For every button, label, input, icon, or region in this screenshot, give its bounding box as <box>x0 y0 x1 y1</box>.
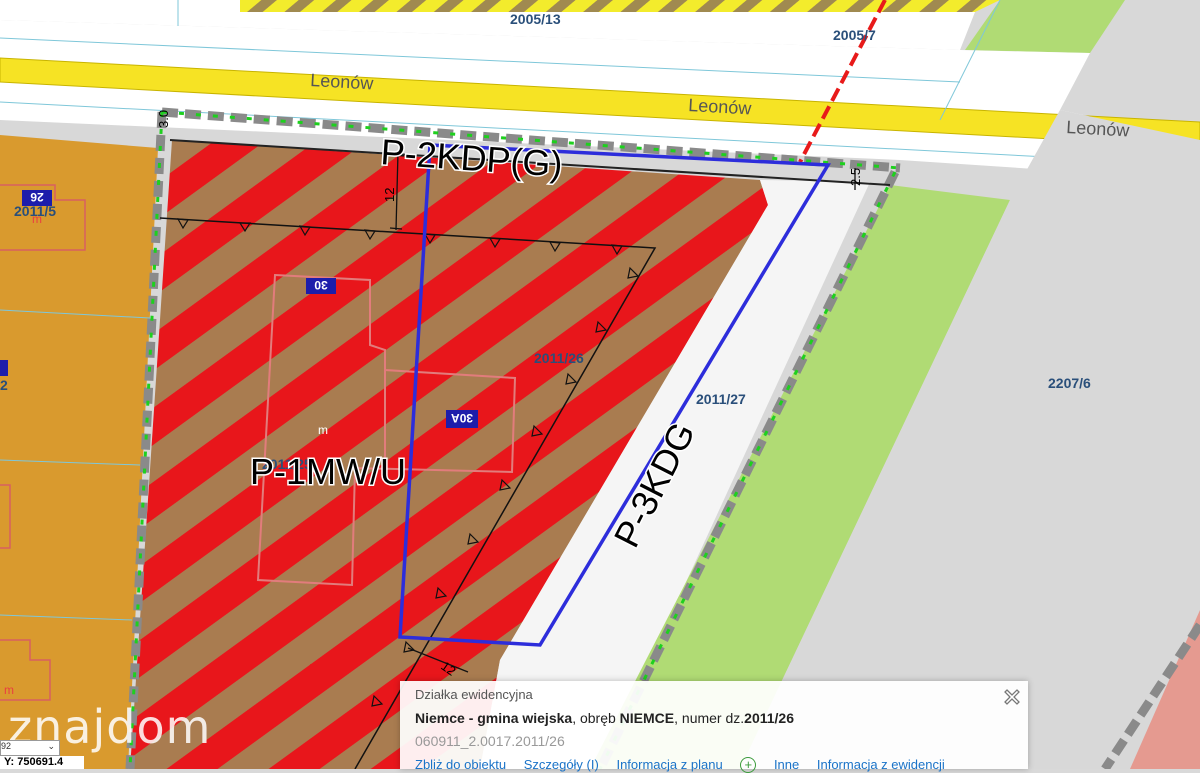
parcel-number-label: 2005/13 <box>510 11 561 27</box>
zone-symbol-label: P-1MW/U <box>250 451 406 492</box>
parcel-number: 2011/26 <box>744 710 794 726</box>
coordinate-readout: Y: 750691.4 <box>0 756 84 769</box>
parcel-number-label: 2011/27 <box>696 391 746 407</box>
precinct-name: NIEMCE <box>619 710 675 726</box>
scale-value: 92 <box>1 741 12 751</box>
close-icon[interactable] <box>1002 687 1022 707</box>
plus-icon[interactable]: + <box>740 757 757 773</box>
parcel-number-label: 2 <box>0 377 8 393</box>
parcel-identifier: 060911_2.0017.2011/26 <box>415 733 565 749</box>
details-link[interactable]: Szczegóły (I) <box>524 757 599 772</box>
street-label: Leonów <box>310 70 375 94</box>
marker-label: m <box>318 423 328 437</box>
chevron-down-icon: ⌄ <box>47 741 55 751</box>
zoom-to-object-link[interactable]: Zbliż do obiektu <box>415 757 506 772</box>
info-links: Zbliż do obiektu Szczegóły (I) Informacj… <box>415 757 959 773</box>
building-number-badge <box>0 360 8 376</box>
parcel-description: Niemce - gmina wiejska, obręb NIEMCE, nu… <box>415 710 794 726</box>
zoning-map[interactable]: Leonów Leonów Leonów 2005/13 2005/7 2011… <box>0 0 1200 769</box>
scale-select[interactable]: 92 ⌄ <box>0 740 60 756</box>
dimension-label: 12 <box>382 188 397 202</box>
parcel-info-panel: Działka ewidencyjna Niemce - gmina wiejs… <box>400 681 1028 773</box>
building-number-label: 30 <box>314 278 328 292</box>
dimension-label: 3.0 <box>156 110 171 128</box>
plan-info-link[interactable]: Informacja z planu <box>616 757 722 772</box>
other-link[interactable]: Inne <box>774 757 799 772</box>
parcel-number-label: 2011/26 <box>534 350 584 366</box>
municipality-name: Niemce - gmina wiejska <box>415 710 573 726</box>
street-label: Leonów <box>1066 117 1131 141</box>
marker-label: m <box>32 212 42 226</box>
registry-info-link[interactable]: Informacja z ewidencji <box>817 757 945 772</box>
dimension-label: 2.5 <box>848 168 863 186</box>
parcel-number-label: 2005/7 <box>833 27 876 43</box>
building-number-label: 26 <box>30 190 44 204</box>
building-number-label: 30A <box>451 411 473 425</box>
info-heading: Działka ewidencyjna <box>415 687 533 702</box>
marker-label: m <box>4 683 14 697</box>
street-label: Leonów <box>688 95 753 119</box>
parcel-number-label: 2207/6 <box>1048 375 1091 391</box>
